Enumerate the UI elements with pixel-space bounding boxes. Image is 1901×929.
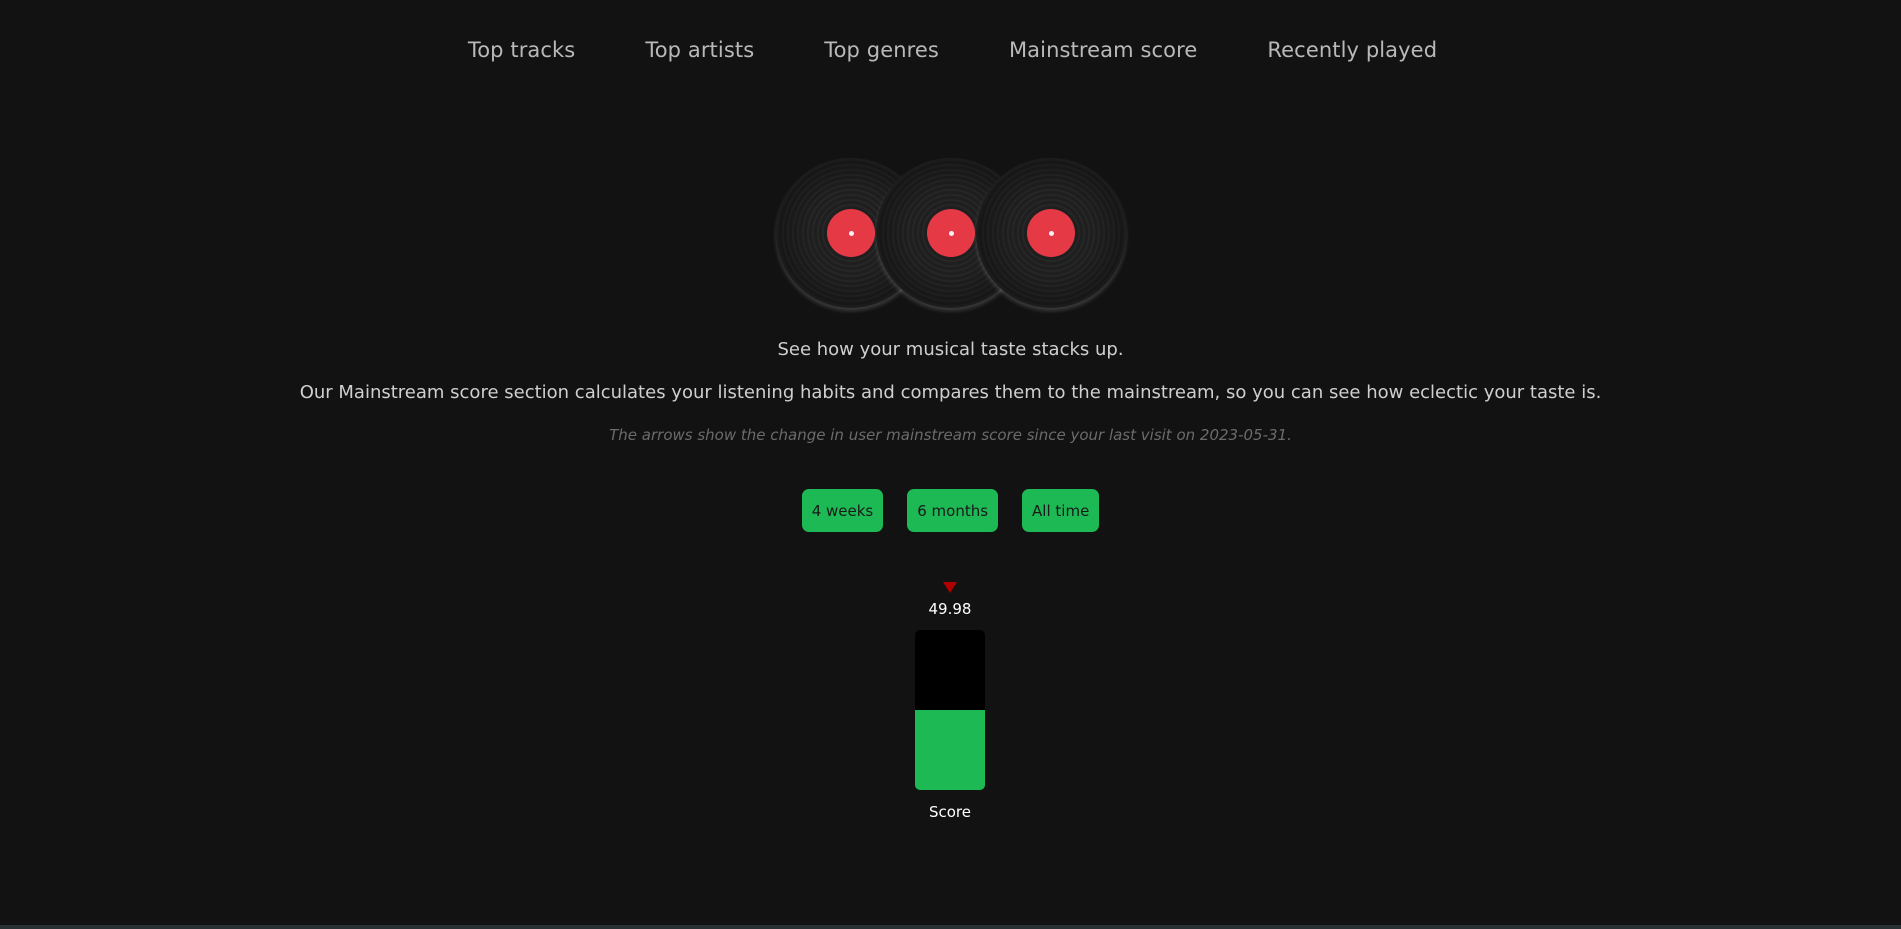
nav-mainstream-score[interactable]: Mainstream score: [1009, 38, 1197, 62]
score-value: 49.98: [928, 600, 972, 618]
trend-down-arrow-icon: [943, 582, 957, 593]
score-bar-fill: [915, 710, 985, 790]
page: Top tracks Top artists Top genres Mainst…: [0, 0, 1901, 929]
description: Our Mainstream score section calculates …: [299, 382, 1602, 403]
score-gauge: 49.98 Score: [915, 582, 985, 821]
record-hole: [1048, 230, 1054, 236]
nav-top-genres[interactable]: Top genres: [824, 38, 939, 62]
score-label: Score: [928, 803, 971, 821]
top-nav: Top tracks Top artists Top genres Mainst…: [0, 38, 1901, 62]
nav-top-tracks[interactable]: Top tracks: [468, 38, 576, 62]
bottom-divider: [0, 925, 1901, 929]
period-6-months-button[interactable]: 6 months: [907, 489, 999, 532]
nav-recently-played[interactable]: Recently played: [1267, 38, 1437, 62]
record-hole: [848, 230, 854, 236]
vinyl-records-icon: [776, 158, 1126, 308]
period-all-time-button[interactable]: All time: [1022, 489, 1100, 532]
tagline: See how your musical taste stacks up.: [777, 339, 1124, 360]
period-4-weeks-button[interactable]: 4 weeks: [801, 489, 884, 532]
change-note: The arrows show the change in user mains…: [609, 426, 1292, 444]
nav-top-artists[interactable]: Top artists: [645, 38, 754, 62]
record-hole: [948, 230, 954, 236]
time-range-selector: 4 weeks 6 months All time: [0, 489, 1901, 532]
vinyl-record-icon: [976, 158, 1126, 308]
score-bar: [915, 630, 985, 790]
